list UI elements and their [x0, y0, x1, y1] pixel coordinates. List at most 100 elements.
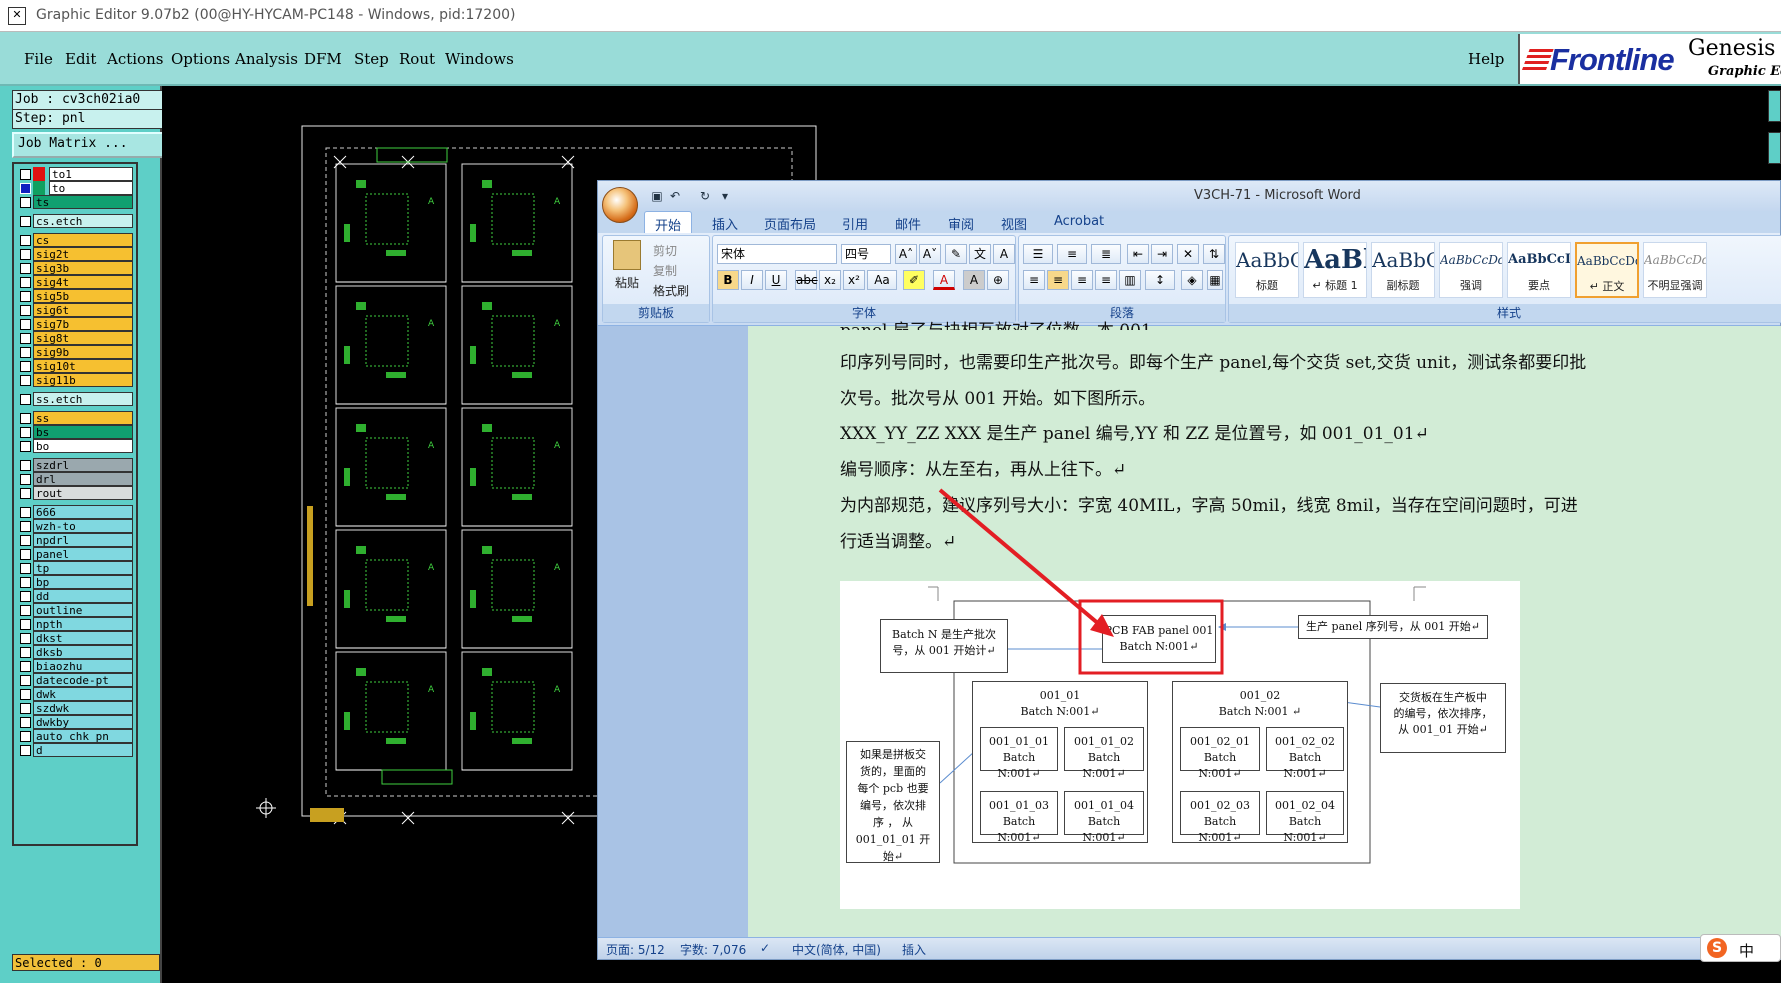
layer-checkbox[interactable] [20, 577, 31, 588]
chinese-layout-icon[interactable]: ✕ [1177, 244, 1199, 264]
layer-name[interactable]: d [33, 743, 133, 757]
sort-icon[interactable]: ⇅ [1203, 244, 1225, 264]
line-spacing-icon[interactable]: ↕ [1145, 270, 1175, 290]
tab-acrobat[interactable]: Acrobat [1054, 214, 1104, 229]
layer-name[interactable]: dksb [33, 645, 133, 659]
char-shading-icon[interactable]: A [963, 270, 985, 290]
layer-name[interactable]: npdrl [33, 533, 133, 547]
layer-checkbox[interactable] [20, 474, 31, 485]
menu-actions[interactable]: Actions [107, 50, 163, 68]
layer-checkbox[interactable] [20, 717, 31, 728]
menu-edit[interactable]: Edit [65, 50, 96, 68]
style-subtitle[interactable]: AaBbC 副标题 [1371, 242, 1435, 298]
tab-insert[interactable]: 插入 [712, 214, 738, 233]
align-center-icon[interactable]: ≡ [1047, 270, 1069, 290]
underline-icon[interactable]: U [765, 270, 787, 290]
menu-options[interactable]: Options [171, 50, 230, 68]
layer-name[interactable]: dwk [33, 687, 133, 701]
side-tool-button[interactable] [1768, 90, 1781, 122]
distributed-icon[interactable]: ▥ [1119, 270, 1141, 290]
strikethrough-icon[interactable]: abc [795, 270, 818, 290]
enclose-char-icon[interactable]: ⊕ [987, 270, 1009, 290]
layer-name[interactable]: wzh-to [33, 519, 133, 533]
layer-checkbox[interactable] [20, 535, 31, 546]
tab-mailings[interactable]: 邮件 [895, 214, 921, 233]
layer-name[interactable]: sig8t [33, 331, 133, 345]
layer-name[interactable]: tp [33, 561, 133, 575]
multilevel-list-icon[interactable]: ≣ [1091, 244, 1121, 264]
style-emphasis[interactable]: AaBbCcDd 强调 [1439, 242, 1503, 298]
layer-name[interactable]: sig6t [33, 303, 133, 317]
menu-help[interactable]: Help [1468, 50, 1504, 68]
shrink-font-icon[interactable]: A˅ [919, 244, 941, 264]
layer-checkbox[interactable] [20, 563, 31, 574]
tab-home[interactable]: 开始 [644, 211, 693, 235]
style-heading-1[interactable]: AaBl ↵ 标题 1 [1303, 242, 1367, 298]
layer-checkbox[interactable] [20, 647, 31, 658]
document-page[interactable]: panel 扇了与块相互放对了位数，本 001。 印序列号同时，也需要印生产批次… [748, 321, 1781, 940]
format-painter-button[interactable]: 格式刷 [653, 282, 689, 299]
layer-checkbox[interactable] [20, 745, 31, 756]
menu-dfm[interactable]: DFM [304, 50, 342, 68]
layer-name[interactable]: sig2t [33, 247, 133, 261]
layer-row[interactable]: sig11b [14, 372, 134, 388]
layer-checkbox[interactable] [20, 441, 31, 452]
layer-row[interactable]: ts [14, 194, 134, 210]
decrease-indent-icon[interactable]: ⇤ [1127, 244, 1149, 264]
layer-checkbox[interactable] [20, 661, 31, 672]
redo-icon[interactable]: ↻ [698, 189, 712, 203]
layer-name[interactable]: sig10t [33, 359, 133, 373]
layer-checkbox[interactable] [20, 460, 31, 471]
layer-name[interactable]: sig9b [33, 345, 133, 359]
layer-name[interactable]: sig11b [33, 373, 133, 387]
layer-checkbox[interactable] [20, 521, 31, 532]
font-name-select[interactable]: 宋体 [717, 244, 837, 264]
layer-checkbox[interactable] [20, 394, 31, 405]
layer-checkbox[interactable] [20, 249, 31, 260]
bold-icon[interactable]: B [717, 270, 739, 290]
tab-references[interactable]: 引用 [842, 214, 868, 233]
customize-qat-icon[interactable]: ▾ [718, 189, 732, 203]
layer-checkbox[interactable] [20, 375, 31, 386]
layer-name[interactable]: dkst [33, 631, 133, 645]
layer-checkbox[interactable] [20, 347, 31, 358]
layer-checkbox[interactable] [20, 703, 31, 714]
change-case-icon[interactable]: Aa [867, 270, 897, 290]
font-size-select[interactable]: 四号 [841, 244, 891, 264]
layer-checkbox[interactable] [20, 183, 31, 194]
justify-icon[interactable]: ≡ [1095, 270, 1117, 290]
layer-name[interactable]: panel [33, 547, 133, 561]
increase-indent-icon[interactable]: ⇥ [1151, 244, 1173, 264]
menu-file[interactable]: File [24, 50, 53, 68]
layer-checkbox[interactable] [20, 605, 31, 616]
layer-checkbox[interactable] [20, 549, 31, 560]
layer-name[interactable]: bs [33, 425, 133, 439]
shading-icon[interactable]: ◈ [1181, 270, 1203, 290]
menu-analysis[interactable]: Analysis [235, 50, 298, 68]
italic-icon[interactable]: I [741, 270, 763, 290]
layer-row[interactable]: bo [14, 438, 134, 454]
cut-button[interactable]: 剪切 [653, 242, 677, 259]
layer-checkbox[interactable] [20, 427, 31, 438]
paste-icon[interactable] [613, 240, 641, 270]
layer-checkbox[interactable] [20, 633, 31, 644]
ime-mode[interactable]: 中 [1739, 940, 1754, 961]
layer-row[interactable]: rout [14, 485, 134, 501]
layer-checkbox[interactable] [20, 277, 31, 288]
layer-checkbox[interactable] [20, 675, 31, 686]
copy-button[interactable]: 复制 [653, 262, 677, 279]
page-indicator[interactable]: 页面: 5/12 [606, 941, 665, 958]
layer-checkbox[interactable] [20, 263, 31, 274]
style-title[interactable]: AaBbC 标题 [1235, 242, 1299, 298]
layer-checkbox[interactable] [20, 235, 31, 246]
layer-name[interactable]: dwkby [33, 715, 133, 729]
superscript-icon[interactable]: x² [843, 270, 865, 290]
borders-icon[interactable]: ▦ [1207, 270, 1223, 290]
font-color-icon[interactable]: A [933, 270, 955, 290]
layer-name[interactable]: bp [33, 575, 133, 589]
menu-rout[interactable]: Rout [399, 50, 435, 68]
layer-name[interactable]: rout [33, 486, 133, 500]
clear-format-icon[interactable]: ✎ [945, 244, 967, 264]
layer-checkbox[interactable] [20, 591, 31, 602]
proofing-icon[interactable]: ✓ [760, 941, 770, 955]
